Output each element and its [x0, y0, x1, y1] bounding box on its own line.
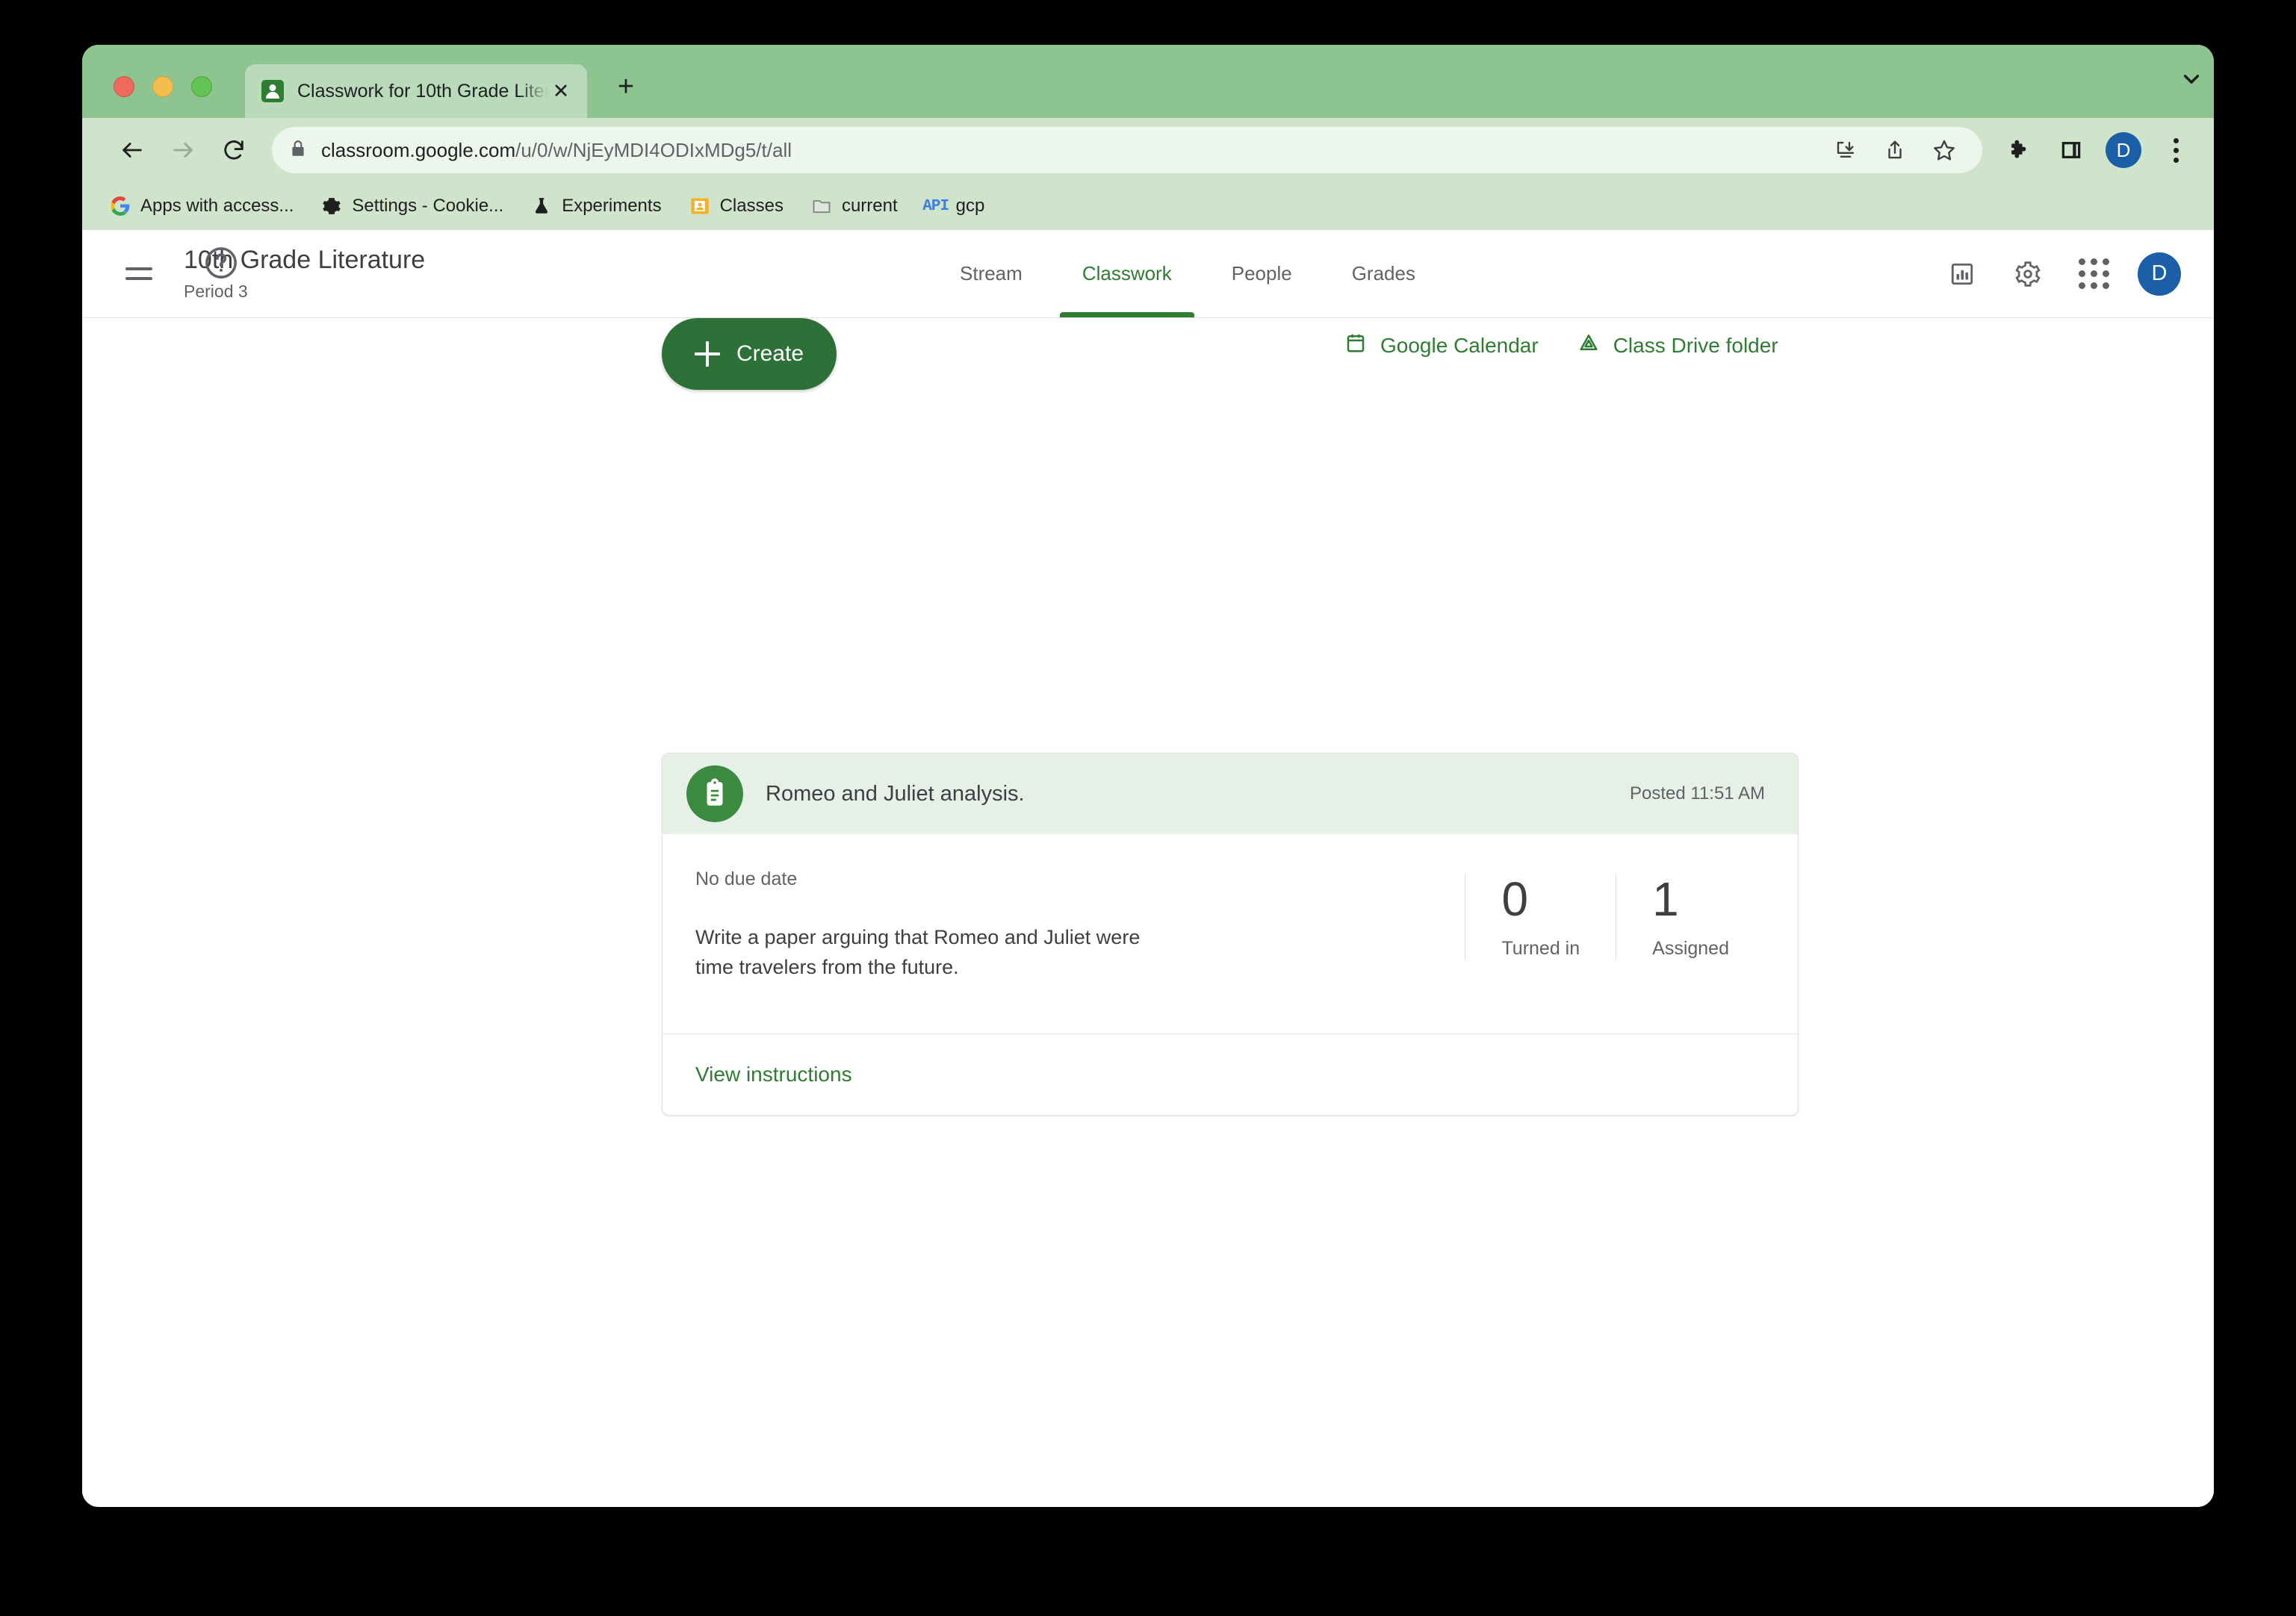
stat-turned-in-label: Turned in — [1501, 938, 1580, 960]
maximize-window-button[interactable] — [191, 76, 212, 97]
back-arrow-icon[interactable] — [109, 127, 155, 173]
new-tab-button[interactable]: + — [605, 66, 647, 108]
bookmark-item[interactable]: Experiments — [530, 195, 662, 217]
bookmark-item[interactable]: Classes — [689, 195, 784, 217]
bookmark-item[interactable]: current — [810, 195, 898, 217]
drive-triangle-icon — [1577, 332, 1600, 359]
chevron-down-icon[interactable] — [2169, 45, 2214, 118]
google-logo-icon — [109, 195, 131, 217]
bookmark-label: Classes — [719, 196, 784, 216]
reload-icon[interactable] — [211, 127, 257, 173]
api-badge-icon: API — [922, 197, 949, 215]
bookmark-label: Apps with access... — [140, 196, 294, 216]
flask-icon — [530, 195, 553, 217]
google-classroom-icon — [261, 80, 284, 102]
class-drive-folder-link[interactable]: Class Drive folder — [1577, 332, 1778, 359]
avatar[interactable]: D — [2138, 252, 2181, 296]
class-settings-chart-icon[interactable] — [1940, 252, 1984, 296]
stat-assigned-label: Assigned — [1652, 938, 1729, 960]
class-drive-folder-label: Class Drive folder — [1613, 333, 1778, 357]
lock-icon — [288, 139, 308, 162]
assignment-card-header: Romeo and Juliet analysis. Posted 11:51 … — [663, 753, 1798, 834]
class-nav-tabs: Stream Classwork People Grades — [930, 229, 1445, 317]
create-button-label: Create — [736, 341, 804, 366]
assignment-title: Romeo and Juliet analysis. — [766, 781, 1025, 806]
share-icon[interactable] — [1873, 128, 1917, 172]
bookmark-label: Settings - Cookie... — [352, 196, 504, 216]
kebab-menu-icon[interactable] — [2154, 128, 2197, 172]
google-calendar-link[interactable]: Google Calendar — [1344, 332, 1539, 359]
app-header-actions: D — [1940, 252, 2181, 296]
star-icon[interactable] — [1923, 128, 1966, 172]
assignment-card[interactable]: Romeo and Juliet analysis. Posted 11:51 … — [662, 753, 1799, 1116]
apps-grid-icon[interactable] — [2072, 252, 2115, 296]
assignment-card-body: No due date Write a paper arguing that R… — [663, 834, 1798, 1034]
window-controls — [82, 76, 212, 118]
view-instructions-link[interactable]: View instructions — [695, 1063, 852, 1087]
url-text: classroom.google.com/u/0/w/NjEyMDI4ODIxM… — [321, 139, 792, 162]
account-initial: D — [2138, 252, 2181, 296]
bookmark-label: gcp — [955, 196, 985, 216]
assignment-description: Write a paper arguing that Romeo and Jul… — [695, 926, 1141, 978]
browser-window: Classwork for 10th Grade Literature ✕ + … — [82, 45, 2214, 1507]
stat-turned-in-value: 0 — [1501, 872, 1529, 926]
assignment-clipboard-icon — [686, 765, 743, 822]
forward-arrow-icon[interactable] — [160, 127, 206, 173]
app-header: 10th Grade Literature Period 3 Stream Cl… — [82, 230, 2214, 318]
assignment-details: No due date Write a paper arguing that R… — [695, 866, 1465, 986]
gear-icon — [320, 195, 343, 217]
install-app-icon[interactable] — [1824, 128, 1867, 172]
gear-icon[interactable] — [2006, 252, 2050, 296]
assignment-stats: 0 Turned in 1 Assigned — [1465, 866, 1765, 986]
puzzle-piece-icon[interactable] — [1997, 128, 2041, 172]
stat-assigned[interactable]: 1 Assigned — [1616, 874, 1765, 960]
bookmark-item[interactable]: Settings - Cookie... — [320, 195, 503, 217]
tab-strip: Classwork for 10th Grade Literature ✕ + — [82, 45, 2214, 118]
bookmark-label: Experiments — [562, 196, 662, 216]
assignment-due-date: No due date — [695, 868, 798, 889]
bookmarks-bar: Apps with access... Settings - Cookie...… — [82, 182, 2214, 230]
stat-assigned-value: 1 — [1652, 872, 1679, 926]
address-bar[interactable]: classroom.google.com/u/0/w/NjEyMDI4ODIxM… — [272, 127, 1982, 173]
bookmark-item[interactable]: API gcp — [922, 195, 985, 217]
hamburger-menu-icon[interactable] — [111, 246, 167, 302]
class-section: Period 3 — [184, 281, 248, 301]
folder-icon — [810, 195, 833, 217]
google-classroom-icon — [689, 195, 711, 217]
browser-tab[interactable]: Classwork for 10th Grade Literature ✕ — [245, 64, 587, 118]
tab-grades[interactable]: Grades — [1322, 229, 1445, 317]
side-panel-icon[interactable] — [2050, 128, 2093, 172]
omnibox-actions — [1824, 128, 1966, 172]
close-window-button[interactable] — [114, 76, 134, 97]
url-host: classroom.google.com — [321, 138, 516, 161]
calendar-icon — [1344, 332, 1367, 359]
tab-people[interactable]: People — [1202, 229, 1322, 317]
quick-links: Google Calendar Class Drive folder — [1344, 332, 1778, 359]
profile-initial: D — [2106, 132, 2141, 168]
minimize-window-button[interactable] — [152, 76, 173, 97]
assignment-card-footer: View instructions — [663, 1034, 1798, 1115]
create-button[interactable]: Create — [662, 318, 837, 390]
close-icon[interactable]: ✕ — [548, 78, 574, 104]
bookmark-item[interactable]: Apps with access... — [109, 195, 294, 217]
toolbar-icons: D — [1997, 128, 2197, 172]
tab-classwork[interactable]: Classwork — [1052, 229, 1202, 317]
assignment-posted-time: Posted 11:51 AM — [1629, 783, 1765, 804]
google-calendar-label: Google Calendar — [1380, 333, 1539, 357]
tab-stream[interactable]: Stream — [930, 229, 1052, 317]
help-circle-icon[interactable] — [200, 242, 242, 284]
profile-avatar[interactable]: D — [2102, 128, 2145, 172]
browser-toolbar: classroom.google.com/u/0/w/NjEyMDI4ODIxM… — [82, 118, 2214, 182]
page-content: 10th Grade Literature Period 3 Stream Cl… — [82, 230, 2214, 1507]
url-path: /u/0/w/NjEyMDI4ODIxMDg5/t/all — [515, 138, 792, 161]
plus-icon — [694, 341, 720, 367]
stat-turned-in[interactable]: 0 Turned in — [1465, 874, 1616, 960]
bookmark-label: current — [841, 196, 898, 216]
tab-title: Classwork for 10th Grade Literature — [297, 80, 548, 102]
